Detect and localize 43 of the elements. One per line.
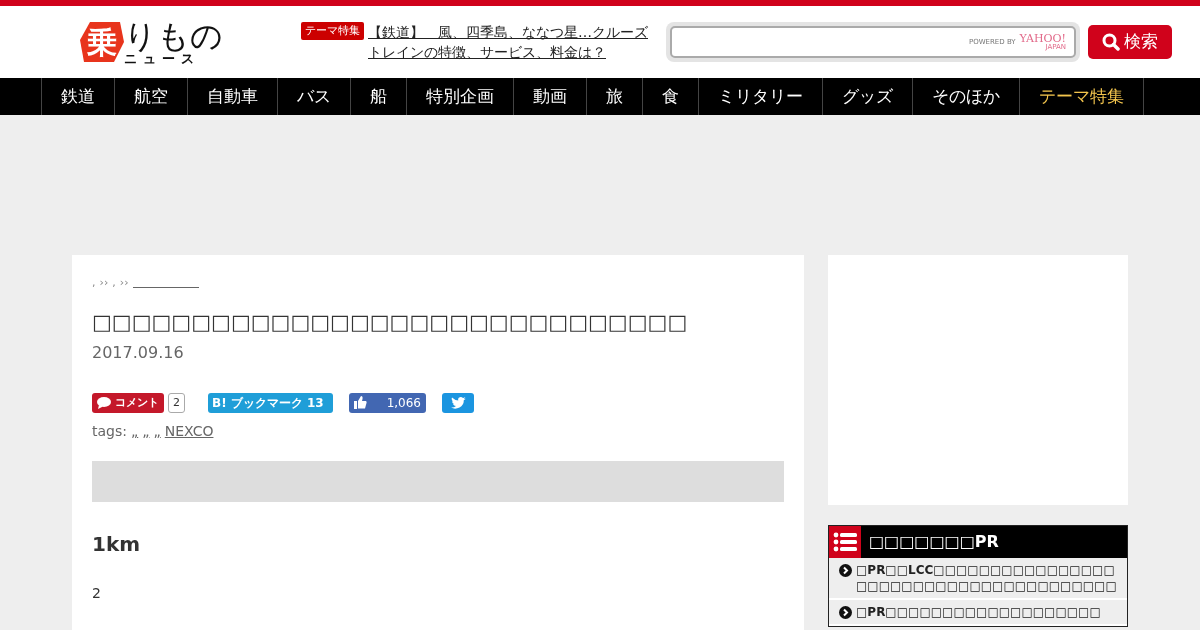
nav-link[interactable]: テーマ特集: [1019, 78, 1144, 115]
search-icon: [1102, 33, 1120, 51]
section-heading: 1km: [92, 530, 142, 558]
nav-link[interactable]: そのほか: [912, 78, 1019, 115]
speech-bubble-icon: [97, 396, 111, 409]
bird-icon: [450, 396, 466, 409]
breadcrumb-item: ,: [112, 275, 116, 291]
widget-title: □□□□□□□PR: [868, 531, 999, 553]
tag-link[interactable]: „: [153, 420, 161, 442]
nav-link[interactable]: バス: [277, 78, 350, 115]
breadcrumb-item: ,: [92, 275, 96, 291]
comment-button[interactable]: コメント: [92, 392, 164, 413]
nav-link[interactable]: 特別企画: [406, 78, 513, 115]
nav-link[interactable]: ミリタリー: [698, 78, 822, 115]
nav-link[interactable]: 動画: [513, 78, 586, 115]
article-title: □□□□□□□□□□□□□□□□□□□□□□□□□□□□□□: [92, 308, 689, 336]
nav-link[interactable]: 船: [350, 78, 406, 115]
nav-link[interactable]: 鉄道: [41, 78, 114, 115]
breadcrumb-item: ››: [99, 275, 109, 291]
tag-link[interactable]: „: [130, 420, 139, 442]
list-icon: [833, 532, 857, 552]
pr-item-link[interactable]: □PR□□LCC□□□□□□□□□□□□□□□□□□□□□□□□□□□□□□□□□□□□□□□: [829, 558, 1127, 600]
nav-link[interactable]: 食: [642, 78, 698, 115]
chevron-circle-icon: [839, 606, 852, 619]
feature-link[interactable]: 【鉄道】 風、四季島、ななつ星…クルーズトレインの特徴、サービス、料金は？: [368, 21, 648, 63]
paragraph: 2: [92, 583, 102, 603]
tag-link[interactable]: „: [142, 420, 150, 442]
pr-item-link[interactable]: □PR□□□□□□□□□□□□□□□□□□□: [829, 600, 1127, 626]
tweet-button[interactable]: [442, 392, 474, 413]
tag-link[interactable]: NEXCO: [164, 420, 214, 442]
thumbs-up-icon: [354, 396, 367, 410]
breadcrumb-item: ››: [119, 275, 129, 291]
nav-link[interactable]: 自動車: [187, 78, 277, 115]
search-button[interactable]: 検索: [1088, 25, 1172, 59]
chevron-circle-icon: [839, 564, 852, 577]
nav-link[interactable]: グッズ: [822, 78, 912, 115]
nav-link[interactable]: 旅: [586, 78, 642, 115]
tags-label: tags:: [92, 421, 127, 441]
like-button[interactable]: 1,066: [349, 392, 426, 413]
article-date: 2017.09.16: [92, 341, 185, 364]
feature-badge: テーマ特集: [301, 21, 364, 41]
nav-link[interactable]: 航空: [114, 78, 187, 115]
comment-count: 2: [168, 392, 185, 413]
